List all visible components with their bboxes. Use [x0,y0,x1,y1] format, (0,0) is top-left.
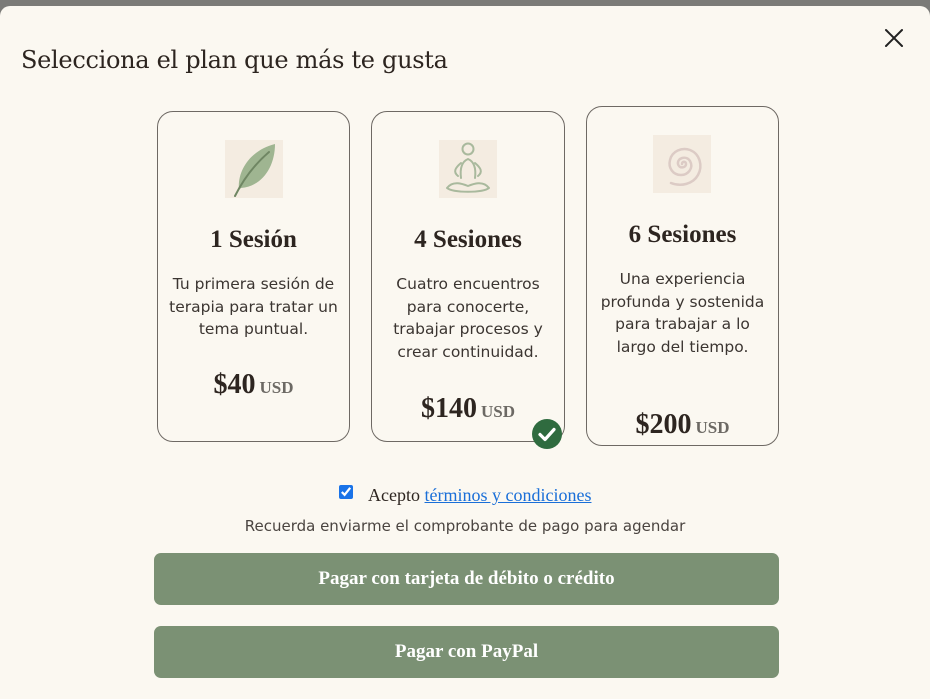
plan-price: $40 USD [158,369,349,401]
spiral-icon [653,135,711,193]
meditation-icon [439,140,497,198]
terms-checkbox[interactable] [338,485,353,499]
plan-card-1-session[interactable]: 1 Sesión Tu primera sesión de terapia pa… [157,111,350,442]
plan-name: 6 Sesiones [628,221,737,248]
plan-card-4-sessions[interactable]: 4 Sesiones Cuatro encuentros para conoce… [371,111,565,442]
pay-card-button[interactable]: Pagar con tarjeta de débito o crédito [154,553,779,605]
price-currency: USD [695,418,730,437]
payment-reminder: Recuerda enviarme el comprobante de pago… [244,517,686,535]
plan-description: Cuatro encuentros para conocerte, trabaj… [393,275,543,361]
plan-description: Una experiencia profunda y sostenida par… [600,270,765,356]
leaf-icon [225,140,283,198]
price-amount: $40 [213,369,256,400]
price-amount: $200 [635,409,692,440]
plan-selection-modal: Selecciona el plan que más te gusta 1 Se… [0,6,930,699]
plan-price: $200 USD [587,409,778,441]
modal-title: Selecciona el plan que más te gusta [21,46,448,74]
plan-name: 4 Sesiones [414,226,522,253]
price-amount: $140 [420,393,477,424]
price-currency: USD [480,402,515,421]
terms-row: Acepto términos y condiciones [0,485,930,506]
terms-prefix: Acepto [368,485,421,505]
plan-card-6-sessions[interactable]: 6 Sesiones Una experiencia profunda y so… [586,106,779,446]
price-currency: USD [259,378,294,397]
close-icon[interactable] [882,26,906,50]
plan-description: Tu primera sesión de terapia para tratar… [169,275,338,338]
pay-paypal-button[interactable]: Pagar con PayPal [154,626,779,678]
terms-link[interactable]: términos y condiciones [425,485,592,505]
selected-check-icon [531,418,563,450]
plan-name: 1 Sesión [210,226,297,253]
